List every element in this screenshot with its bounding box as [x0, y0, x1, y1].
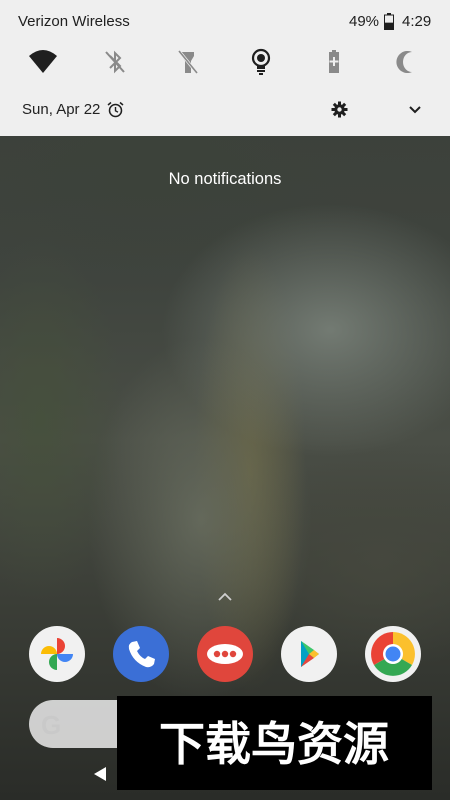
messages-icon [197, 626, 253, 682]
play-store-icon [281, 626, 337, 682]
gear-icon[interactable] [331, 101, 348, 118]
alarm-clock-icon[interactable] [107, 101, 124, 118]
status-bar: Verizon Wireless 49% 4:29 [0, 0, 450, 44]
quick-settings-panel: Verizon Wireless 49% 4:29 Sun, Apr 22 [0, 0, 450, 136]
date-label[interactable]: Sun, Apr 22 [22, 101, 100, 118]
chevron-down-icon[interactable] [407, 103, 423, 117]
do-not-disturb-moon-icon [396, 51, 412, 73]
quick-tiles-row [0, 44, 450, 80]
chrome-app[interactable] [365, 626, 421, 682]
chevron-up-icon[interactable] [216, 590, 234, 602]
bluetooth-tile[interactable] [99, 46, 131, 78]
watermark-label: 下载鸟资源 [159, 717, 389, 771]
wifi-tile[interactable] [27, 46, 59, 78]
google-photos-app[interactable] [29, 626, 85, 682]
battery-percent: 49% [349, 13, 380, 30]
lightbulb-icon [251, 48, 271, 75]
google-photos-icon [29, 626, 85, 682]
wifi-icon [29, 50, 57, 73]
date-row: Sun, Apr 22 [0, 92, 450, 126]
bluetooth-off-icon [105, 50, 125, 74]
phone-app[interactable] [113, 626, 169, 682]
watermark-logo: 下载鸟资源 [117, 696, 432, 790]
google-search-icon: G [41, 710, 62, 740]
battery-icon [384, 13, 394, 30]
battery-saver-icon [329, 50, 339, 73]
back-triangle-icon[interactable] [92, 766, 108, 782]
phone-icon [113, 626, 169, 682]
flashlight-tile[interactable] [172, 46, 204, 78]
flashlight-off-icon [177, 50, 199, 74]
carrier-name: Verizon Wireless [18, 13, 130, 30]
do-not-disturb-tile[interactable] [392, 46, 424, 78]
chrome-icon [365, 626, 421, 682]
watermark-text: 下载鸟资源 [159, 717, 389, 771]
lightbulb-tile[interactable] [245, 46, 277, 78]
app-dock [0, 626, 450, 686]
clock: 4:29 [402, 13, 432, 30]
play-store-app[interactable] [281, 626, 337, 682]
battery-saver-tile[interactable] [318, 46, 350, 78]
messages-app[interactable] [197, 626, 253, 682]
no-notifications-message: No notifications [168, 170, 282, 188]
